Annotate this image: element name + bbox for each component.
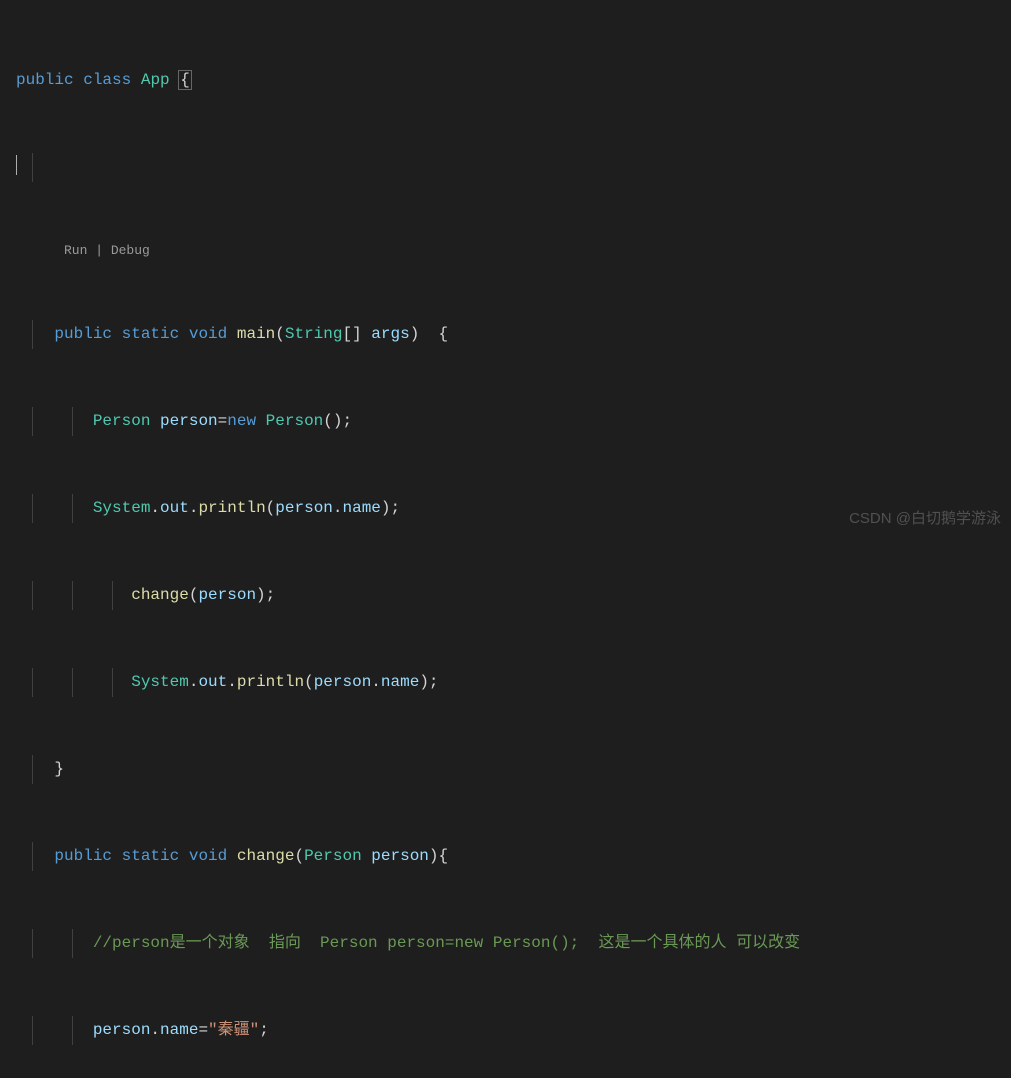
variable: person — [371, 847, 429, 865]
code-line[interactable]: //person是一个对象 指向 Person person=new Perso… — [8, 929, 1011, 958]
function-name: change — [237, 847, 295, 865]
debug-codelens[interactable]: Debug — [111, 243, 150, 258]
code-line[interactable]: public static void main(String[] args) { — [8, 320, 1011, 349]
variable: person — [198, 586, 256, 604]
comment: //person是一个对象 指向 Person person=new Perso… — [93, 934, 800, 952]
method: println — [237, 673, 304, 691]
cursor — [16, 155, 17, 175]
codelens: Run | Debug — [8, 240, 1011, 262]
parens: () — [323, 412, 342, 430]
function-name: main — [237, 325, 275, 343]
class-ref: System — [131, 673, 189, 691]
variable: person — [160, 412, 218, 430]
code-line[interactable]: change(person); — [8, 581, 1011, 610]
type: Person — [266, 412, 324, 430]
type: Person — [93, 412, 151, 430]
run-codelens[interactable]: Run — [64, 243, 87, 258]
operator: = — [218, 412, 228, 430]
code-line[interactable]: person.name="秦疆"; — [8, 1016, 1011, 1045]
keyword: void — [189, 847, 227, 865]
code-line[interactable]: Person person=new Person(); — [8, 407, 1011, 436]
code-line[interactable]: public class App { — [8, 66, 1011, 95]
code-line[interactable]: public static void change(Person person)… — [8, 842, 1011, 871]
semicolon: ; — [342, 412, 352, 430]
watermark: CSDN @白切鹅学游泳 — [849, 504, 1001, 533]
method: change — [131, 586, 189, 604]
operator: = — [198, 1021, 208, 1039]
code-line[interactable]: System.out.println(person.name); — [8, 668, 1011, 697]
brace: } — [54, 760, 64, 778]
keyword: static — [122, 325, 180, 343]
brace: { — [439, 325, 449, 343]
method: println — [198, 499, 265, 517]
paren: ( — [275, 325, 285, 343]
bracket-match: { — [178, 70, 192, 90]
property: name — [381, 673, 419, 691]
code-editor[interactable]: public class App { Run | Debug public st… — [0, 0, 1011, 1078]
class-name: App — [141, 71, 170, 89]
keyword: public — [54, 325, 112, 343]
codelens-sep: | — [87, 243, 110, 258]
keyword: new — [227, 412, 256, 430]
keyword: public — [16, 71, 74, 89]
field: out — [198, 673, 227, 691]
variable: args — [371, 325, 409, 343]
variable: person — [93, 1021, 151, 1039]
variable: person — [275, 499, 333, 517]
type: String — [285, 325, 343, 343]
keyword: public — [54, 847, 112, 865]
property: name — [160, 1021, 198, 1039]
keyword: void — [189, 325, 227, 343]
class-ref: System — [93, 499, 151, 517]
property: name — [343, 499, 381, 517]
code-line[interactable]: } — [8, 755, 1011, 784]
string: "秦疆" — [208, 1021, 259, 1039]
variable: person — [314, 673, 372, 691]
keyword: class — [83, 71, 131, 89]
keyword: static — [122, 847, 180, 865]
brackets: [] — [342, 325, 361, 343]
paren: ) — [410, 325, 420, 343]
type: Person — [304, 847, 362, 865]
brace: { — [439, 847, 449, 865]
code-line[interactable] — [8, 153, 1011, 182]
field: out — [160, 499, 189, 517]
